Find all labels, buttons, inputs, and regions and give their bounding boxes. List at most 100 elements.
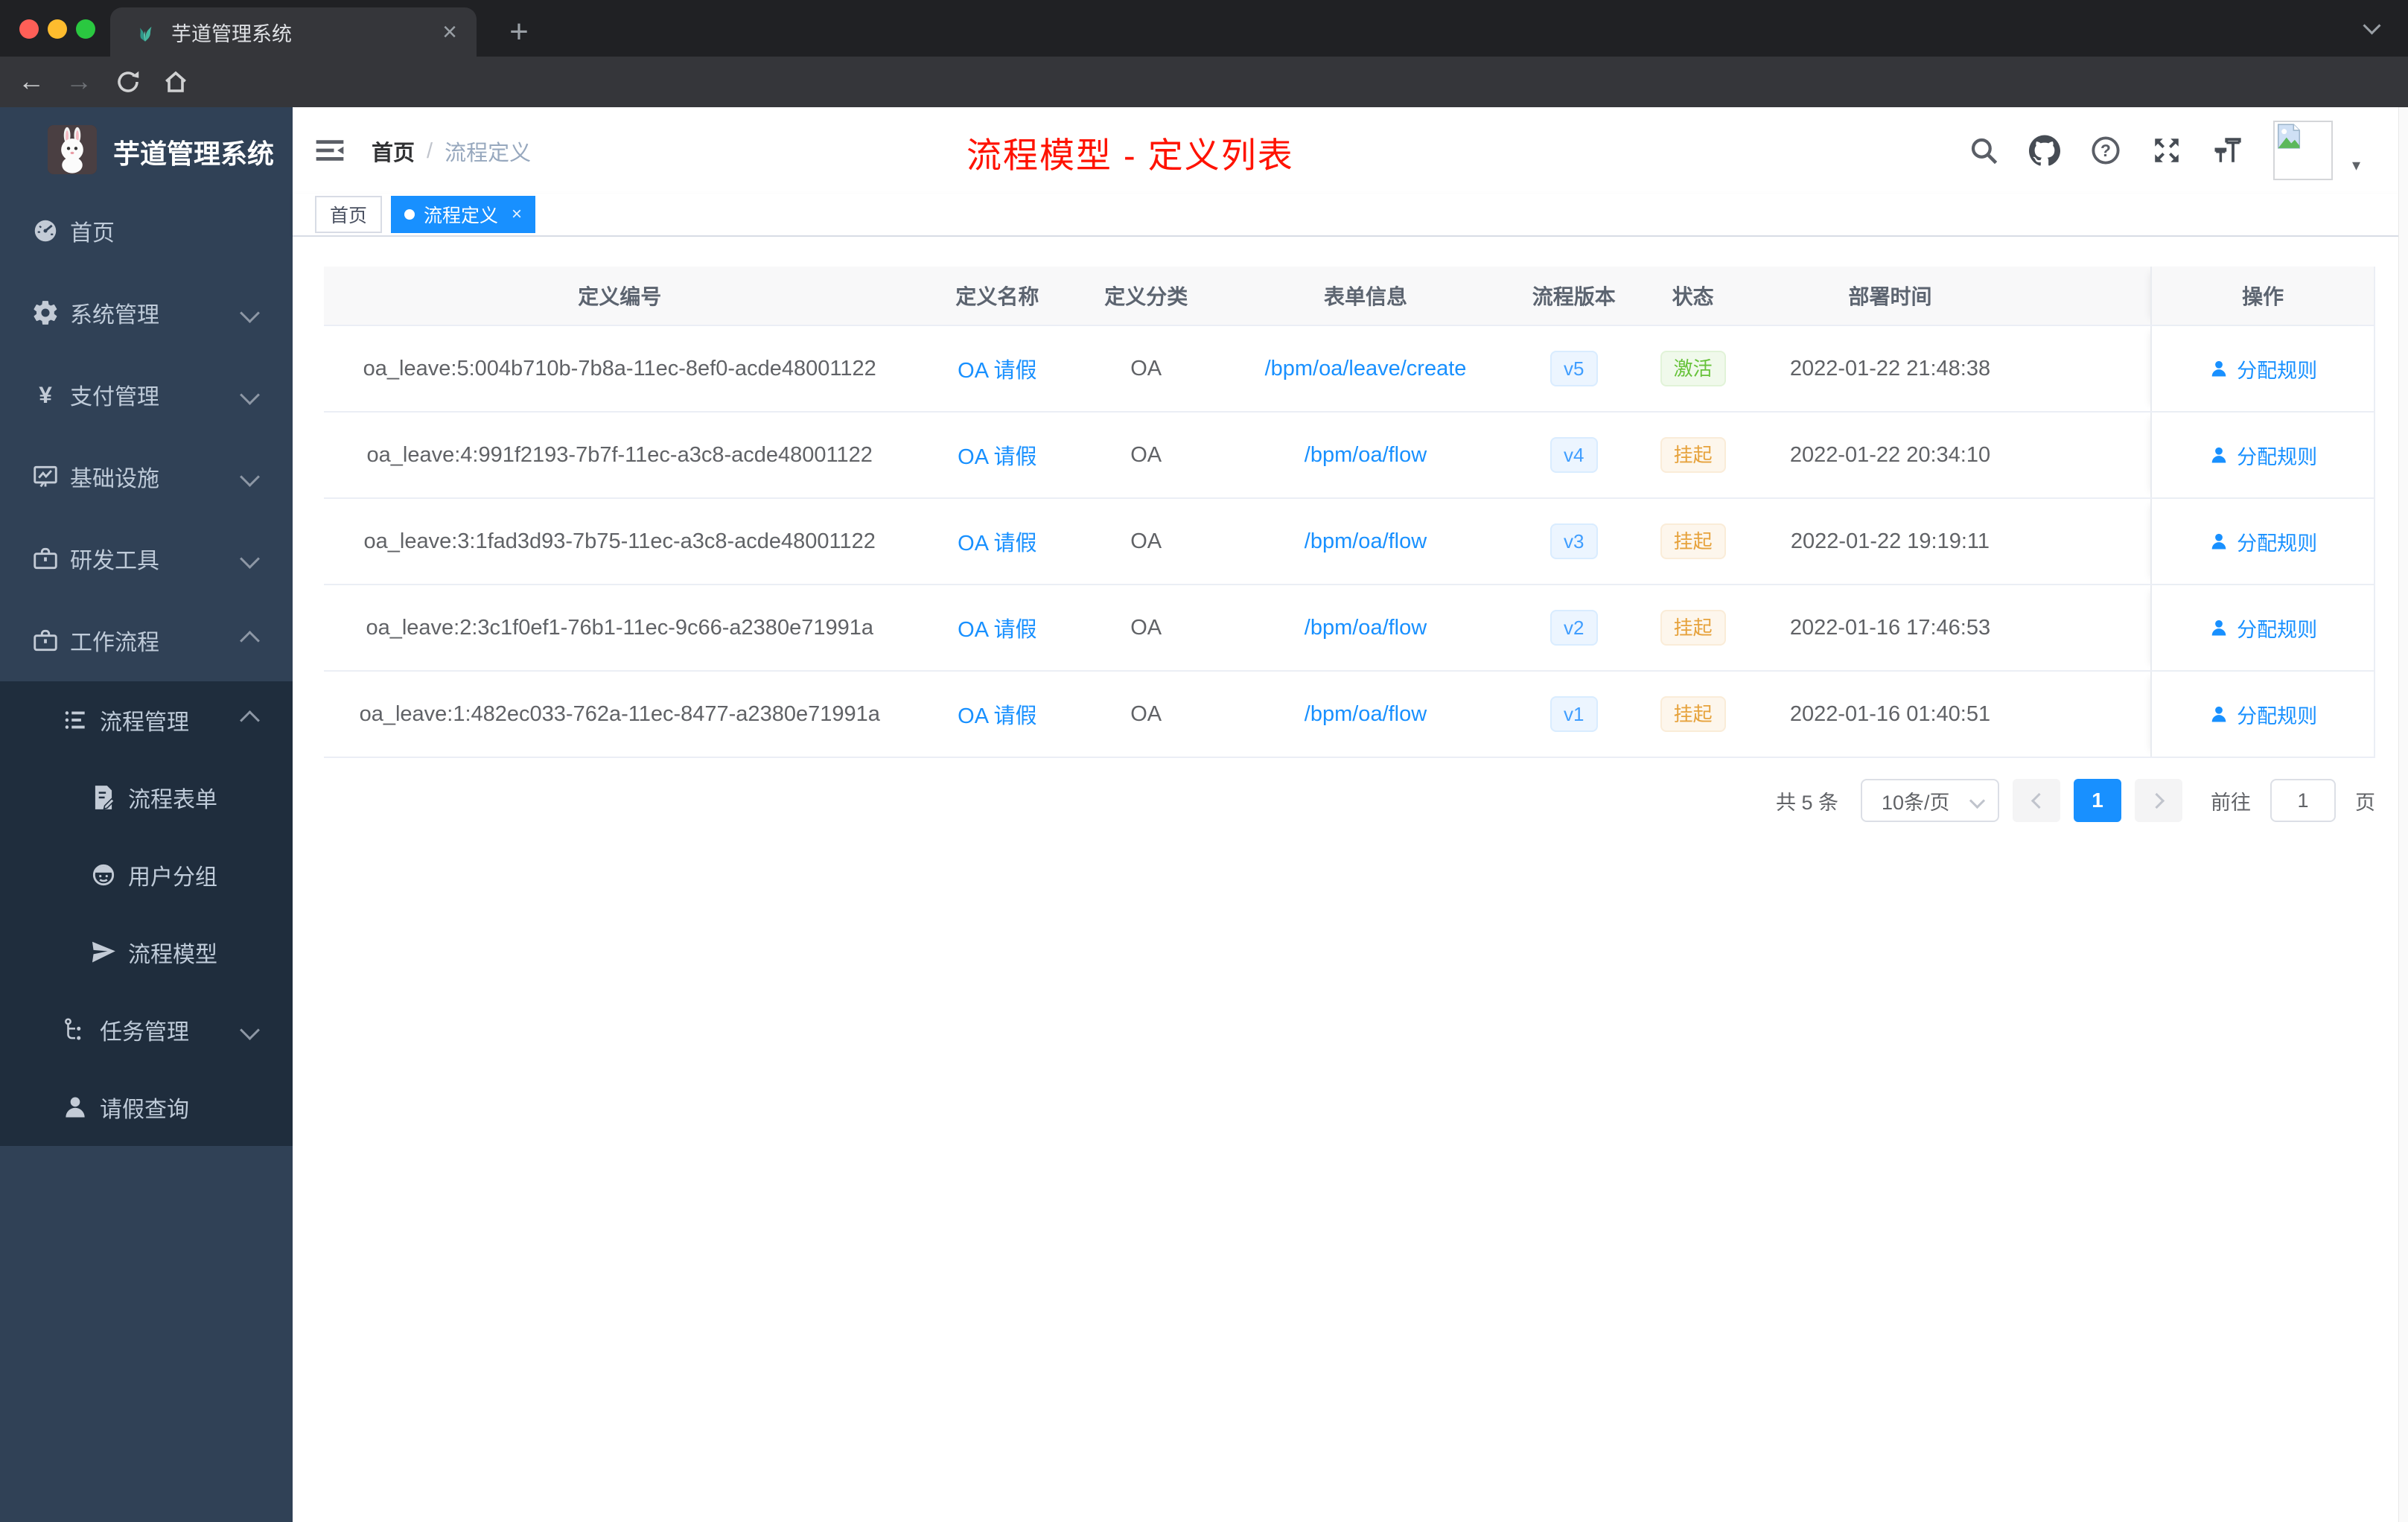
form-link[interactable]: /bpm/oa/flow [1305, 529, 1427, 554]
current-page-button[interactable]: 1 [2074, 779, 2121, 822]
macos-minimize-button[interactable] [48, 19, 67, 39]
tag-home[interactable]: 首页 [315, 196, 383, 233]
back-icon[interactable]: ← [10, 57, 52, 107]
status-badge: 挂起 [1660, 695, 1726, 733]
sidebar-item-home[interactable]: 首页 [0, 190, 293, 272]
fullscreen-icon[interactable] [2151, 135, 2182, 166]
person-icon [2211, 447, 2226, 463]
person-icon [66, 1097, 85, 1118]
form-link[interactable]: /bpm/oa/flow [1305, 443, 1427, 468]
tree-icon [65, 1018, 81, 1040]
tag-process-definition[interactable]: 流程定义 × [391, 196, 536, 233]
new-tab-button[interactable]: + [497, 10, 541, 54]
chevron-right-icon [2148, 792, 2165, 809]
reload-icon[interactable] [107, 69, 149, 95]
cell-category: OA [1130, 701, 1162, 726]
person-icon [2211, 360, 2226, 377]
tab-search-chevron-icon[interactable] [2363, 16, 2381, 35]
browser-tab-title: 芋道管理系统 [171, 22, 292, 45]
assign-rule-link[interactable]: 分配规则 [2208, 441, 2317, 470]
page-size-select[interactable]: 10条/页 [1861, 779, 1999, 822]
sidebar-item-user-group[interactable]: 用户分组 [0, 836, 293, 914]
page-title-annotation: 流程模型 - 定义列表 [966, 136, 1294, 175]
col-header-category: 定义分类 [1104, 285, 1188, 308]
user-avatar[interactable] [2272, 121, 2333, 180]
breadcrumb-current: 流程定义 [445, 141, 532, 165]
form-link[interactable]: /bpm/oa/leave/create [1265, 357, 1467, 381]
sidebar-item-infrastructure[interactable]: 基础设施 [0, 436, 293, 518]
cell-category: OA [1130, 615, 1162, 640]
definition-name-link[interactable]: OA 请假 [958, 353, 1036, 384]
list-icon [65, 711, 85, 729]
tag-close-icon[interactable]: × [512, 204, 522, 225]
definition-name-link[interactable]: OA 请假 [958, 439, 1036, 471]
breadcrumb-separator: / [427, 138, 433, 163]
status-badge: 挂起 [1660, 523, 1726, 560]
definition-name-link[interactable]: OA 请假 [958, 612, 1036, 643]
version-badge: v2 [1550, 609, 1598, 646]
browser-toolbar: ← → 不安全 | dashboard.yudao.iocoder.cn/bpm… [0, 57, 2408, 159]
broken-image-icon [2277, 124, 2300, 149]
col-header-id: 定义编号 [578, 285, 662, 308]
forward-icon[interactable]: → [58, 57, 100, 107]
help-icon[interactable]: ? [2090, 135, 2121, 166]
cell-definition-id: oa_leave:1:482ec033-762a-11ec-8477-a2380… [359, 701, 880, 726]
version-badge: v1 [1550, 695, 1598, 733]
person-icon [2211, 706, 2226, 722]
sidebar-item-process-model[interactable]: 流程模型 [0, 914, 293, 991]
navbar-actions: ? ▾ [1968, 107, 2360, 194]
col-header-version: 流程版本 [1532, 285, 1616, 308]
toolbox-icon [34, 629, 57, 652]
definition-table: 定义编号 定义名称 定义分类 表单信息 流程版本 状态 部署时间 操作 oa_l… [324, 267, 2375, 758]
sidebar-item-payment[interactable]: ¥ 支付管理 [0, 354, 293, 436]
workflow-submenu: 流程管理 流程表单 用户分组 流程模型 任务管理 请假查询 [0, 681, 293, 1146]
cell-definition-id: oa_leave:3:1fad3d93-7b75-11ec-a3c8-acde4… [363, 529, 876, 553]
sidebar-item-leave-query[interactable]: 请假查询 [0, 1069, 293, 1146]
breadcrumb-home[interactable]: 首页 [372, 136, 415, 167]
assign-rule-link[interactable]: 分配规则 [2208, 614, 2317, 643]
sidebar-item-system[interactable]: 系统管理 [0, 272, 293, 354]
assign-rule-link[interactable]: 分配规则 [2208, 354, 2317, 383]
version-badge: v5 [1550, 350, 1598, 387]
sidebar-item-process-form[interactable]: 流程表单 [0, 759, 293, 836]
goto-label: 前往 [2211, 791, 2251, 814]
page-scrollbar[interactable] [2398, 107, 2408, 1522]
sidebar-item-dev-tools[interactable]: 研发工具 [0, 518, 293, 599]
goto-suffix-label: 页 [2355, 791, 2375, 814]
sidebar: 芋道管理系统 首页 系统管理 ¥ 支付管理 基础设施 研发工具 工作流程 流程管… [0, 107, 293, 1522]
goto-page-input[interactable]: 1 [2270, 779, 2336, 822]
chevron-up-icon [240, 710, 260, 730]
definition-name-link[interactable]: OA 请假 [958, 526, 1036, 557]
macos-close-button[interactable] [19, 19, 39, 39]
form-link[interactable]: /bpm/oa/flow [1305, 616, 1427, 640]
table-row: oa_leave:3:1fad3d93-7b75-11ec-a3c8-acde4… [324, 499, 2374, 585]
prev-page-button[interactable] [2013, 779, 2060, 822]
assign-rule-link[interactable]: 分配规则 [2208, 527, 2317, 556]
next-page-button[interactable] [2135, 779, 2182, 822]
sidebar-toggle-icon[interactable] [313, 134, 346, 167]
github-icon[interactable] [2028, 135, 2060, 166]
sidebar-item-workflow[interactable]: 工作流程 [0, 599, 293, 681]
sidebar-item-task-management[interactable]: 任务管理 [0, 991, 293, 1069]
macos-zoom-button[interactable] [76, 19, 95, 39]
definition-name-link[interactable]: OA 请假 [958, 698, 1036, 730]
sidebar-item-process-management[interactable]: 流程管理 [0, 681, 293, 759]
home-icon[interactable] [155, 69, 197, 95]
assign-rule-link[interactable]: 分配规则 [2208, 700, 2317, 729]
active-tag-dot [404, 209, 415, 220]
paper-plane-icon [92, 941, 115, 963]
browser-tab[interactable]: 芋道管理系统 × [110, 7, 477, 57]
app-window: 芋道管理系统 首页 系统管理 ¥ 支付管理 基础设施 研发工具 工作流程 流程管… [0, 107, 2408, 1522]
avatar-dropdown-caret-icon[interactable]: ▾ [2352, 156, 2360, 175]
sidebar-menu: 首页 系统管理 ¥ 支付管理 基础设施 研发工具 工作流程 流程管理 流程表单 … [0, 190, 293, 1146]
yudao-favicon-icon [139, 26, 152, 42]
col-header-form: 表单信息 [1323, 285, 1407, 308]
search-icon[interactable] [1968, 135, 1999, 166]
cell-deploy-time: 2022-01-22 21:48:38 [1789, 356, 1991, 380]
font-size-icon[interactable] [2212, 135, 2243, 166]
table-row: oa_leave:4:991f2193-7b7f-11ec-a3c8-acde4… [324, 413, 2374, 499]
tab-close-icon[interactable]: × [442, 19, 457, 45]
monitor-chart-icon [34, 465, 57, 488]
svg-text:¥: ¥ [39, 381, 52, 408]
form-link[interactable]: /bpm/oa/flow [1305, 702, 1427, 727]
